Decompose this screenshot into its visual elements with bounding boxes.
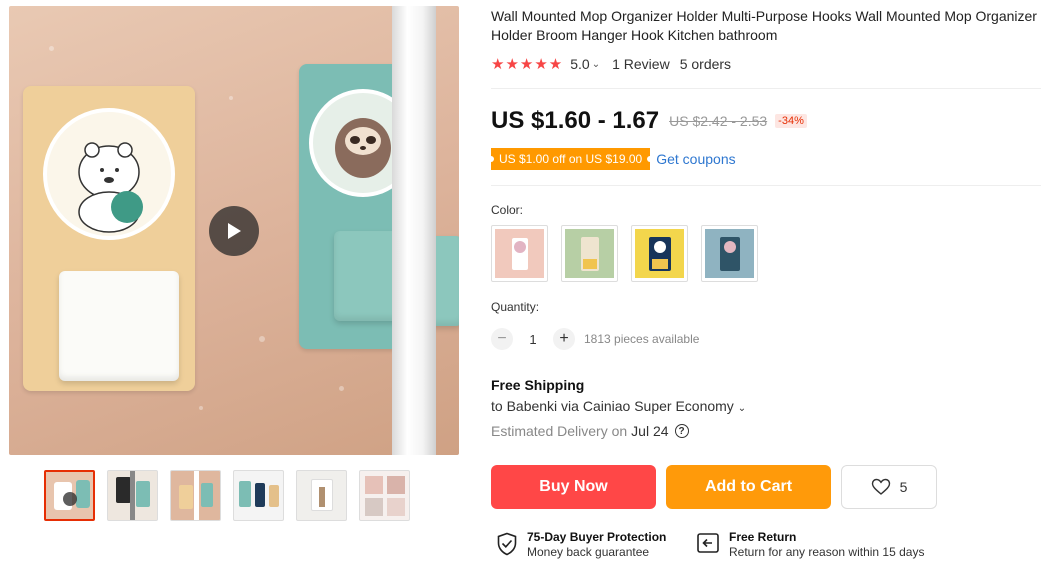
shipping-title: Free Shipping	[491, 377, 585, 393]
original-price: US $2.42 - 2.53	[669, 113, 768, 129]
color-swatches	[491, 225, 758, 282]
rating-row: ★★★★★ 5.0 ⌄ 1 Review 5 orders	[491, 55, 731, 73]
coupon-row: US $1.00 off on US $19.00 Get coupons	[487, 148, 736, 170]
chevron-down-icon[interactable]: ⌄	[592, 59, 600, 70]
thumbnail-strip	[44, 470, 410, 521]
quantity-stepper: − + 1813 pieces available	[491, 328, 699, 350]
thumbnail-1[interactable]	[44, 470, 95, 521]
price-row: US $1.60 - 1.67 US $2.42 - 2.53 -34%	[491, 107, 807, 135]
quantity-decrease-button[interactable]: −	[491, 328, 513, 350]
color-swatch-pink[interactable]	[491, 225, 548, 282]
add-to-cart-button[interactable]: Add to Cart	[666, 465, 831, 509]
free-return[interactable]: Free Return Return for any reason within…	[696, 530, 924, 560]
thumbnail-5[interactable]	[296, 470, 347, 521]
water-drop	[259, 336, 265, 342]
color-swatch-yellow[interactable]	[631, 225, 688, 282]
current-price: US $1.60 - 1.67	[491, 107, 660, 134]
return-subtitle: Return for any reason within 15 days	[729, 545, 925, 559]
water-drop	[229, 96, 233, 100]
thumbnail-4[interactable]	[233, 470, 284, 521]
buy-now-button[interactable]: Buy Now	[491, 465, 656, 509]
quantity-label: Quantity:	[491, 300, 540, 314]
wishlist-count: 5	[899, 479, 908, 495]
heart-icon	[871, 478, 890, 495]
color-swatch-blue[interactable]	[701, 225, 758, 282]
shipping-destination[interactable]: to Babenki via Cainiao Super Economy ⌄	[491, 398, 746, 414]
bear-illustration	[43, 108, 175, 240]
mop-holder-white	[59, 271, 179, 381]
star-rating-icon: ★★★★★	[491, 56, 564, 73]
thumbnail-2[interactable]	[107, 470, 158, 521]
buyer-protection[interactable]: 75-Day Buyer Protection Money back guara…	[496, 530, 666, 560]
return-icon	[697, 533, 719, 553]
orders-count: 5 orders	[679, 56, 732, 72]
thumbnail-6[interactable]	[359, 470, 410, 521]
quantity-increase-button[interactable]: +	[553, 328, 575, 350]
thumbnail-3[interactable]	[170, 470, 221, 521]
divider	[491, 88, 1041, 89]
help-icon[interactable]: ?	[674, 424, 689, 438]
shield-check-icon	[497, 532, 517, 556]
water-drop	[49, 46, 54, 51]
reviews-link[interactable]: 1 Review	[612, 56, 670, 72]
product-title: Wall Mounted Mop Organizer Holder Multi-…	[491, 8, 1037, 43]
estimated-delivery: Estimated Delivery on Jul 24 ?	[491, 423, 689, 439]
main-product-image[interactable]	[9, 6, 459, 455]
available-stock: 1813 pieces available	[584, 332, 700, 346]
chevron-down-icon: ⌄	[737, 403, 747, 414]
color-swatch-green[interactable]	[561, 225, 618, 282]
coupon-badge[interactable]: US $1.00 off on US $19.00	[487, 148, 654, 170]
color-label: Color:	[491, 203, 524, 217]
protection-title: 75-Day Buyer Protection	[527, 530, 667, 544]
estimated-delivery-label: Estimated Delivery on	[491, 423, 628, 439]
play-icon	[228, 223, 241, 239]
play-video-button[interactable]	[209, 206, 259, 256]
estimated-delivery-date: Jul 24	[631, 423, 669, 439]
water-drop	[339, 386, 344, 391]
protection-subtitle: Money back guarantee	[527, 545, 650, 559]
shipping-destination-text: to Babenki via Cainiao Super Economy	[491, 398, 734, 414]
return-title: Free Return	[729, 530, 797, 544]
mop-pole	[392, 6, 436, 455]
rating-score[interactable]: 5.0	[570, 56, 589, 72]
discount-badge: -34%	[775, 114, 807, 128]
quantity-input[interactable]	[513, 330, 553, 348]
divider	[491, 185, 1041, 186]
wishlist-button[interactable]: 5	[841, 465, 937, 509]
water-drop	[199, 406, 203, 410]
get-coupons-link[interactable]: Get coupons	[656, 151, 735, 167]
